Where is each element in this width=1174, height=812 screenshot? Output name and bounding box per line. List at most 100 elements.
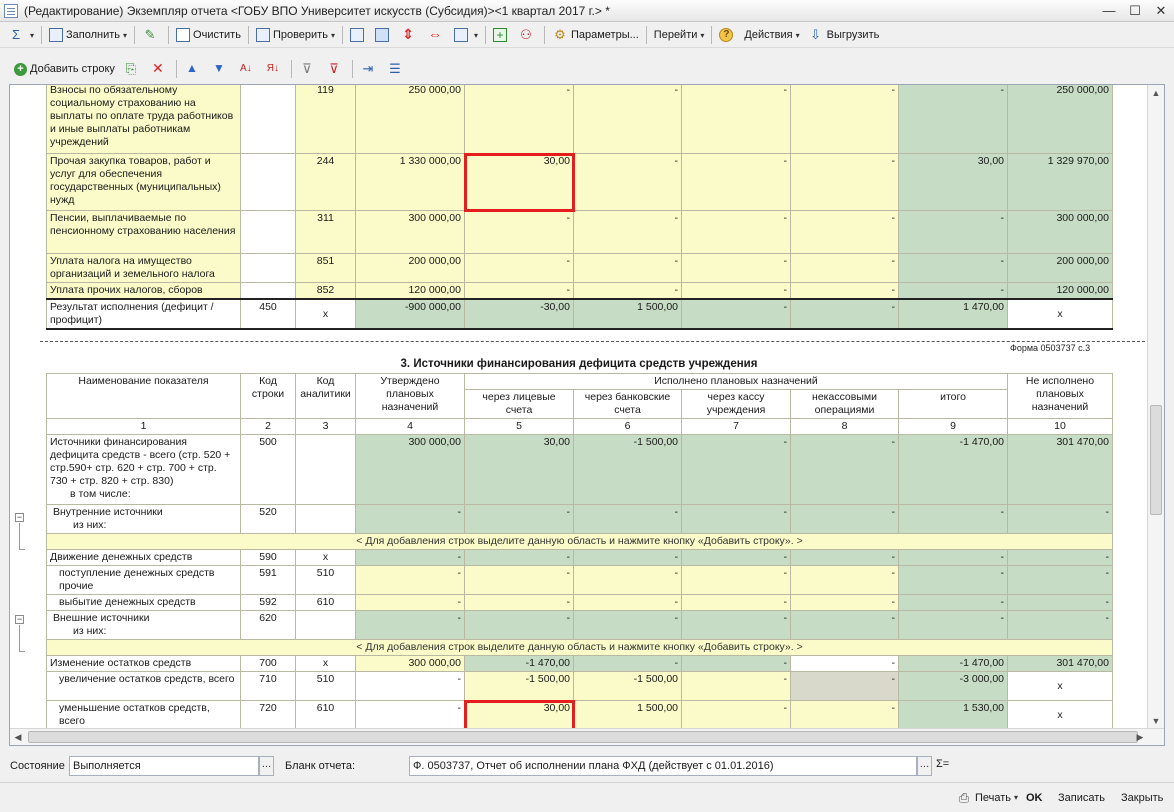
cash-cell[interactable]: - xyxy=(681,153,791,211)
cash-cell[interactable]: - xyxy=(681,504,791,534)
table-row[interactable]: Изменение остатков средств 700 x 300 000,00… xyxy=(46,655,1113,672)
approved-cell[interactable]: - xyxy=(355,671,465,701)
close-window-button[interactable]: ✕ xyxy=(1148,3,1174,19)
cash-cell[interactable]: - xyxy=(681,655,791,672)
accounts-cell[interactable]: - xyxy=(464,549,574,566)
approved-cell[interactable]: 300 000,00 xyxy=(355,210,465,254)
row-group-internal[interactable]: − xyxy=(15,513,25,550)
table-row[interactable]: Взносы по обязательному социальному стра… xyxy=(46,85,1113,154)
vertical-scrollbar[interactable]: ▲ ▼ xyxy=(1147,85,1164,729)
cash-cell[interactable]: - xyxy=(681,549,791,566)
blank-field[interactable]: Ф. 0503737, Отчет об исполнении плана ФХ… xyxy=(409,756,917,776)
report-sheet[interactable]: − − Взносы по обязательному социальному … xyxy=(9,84,1165,746)
filter-button[interactable]: ⊽ xyxy=(295,59,322,80)
noncash-cell[interactable]: - xyxy=(790,594,899,611)
delete-row-button[interactable]: ✕ xyxy=(146,59,173,80)
approved-cell[interactable]: 1 330 000,00 xyxy=(355,153,465,211)
cash-cell[interactable]: - xyxy=(681,210,791,254)
accounts-cell[interactable]: - xyxy=(464,565,574,595)
approved-cell[interactable]: - xyxy=(355,504,465,534)
collapse-group-icon[interactable]: − xyxy=(15,615,24,624)
accounts-cell[interactable]: - xyxy=(464,282,574,300)
cash-cell[interactable]: - xyxy=(681,85,791,154)
accounts-cell[interactable]: 30,00 xyxy=(464,434,574,505)
accounts-cell[interactable]: - xyxy=(464,504,574,534)
minimize-button[interactable]: — xyxy=(1096,3,1122,18)
expand-button[interactable]: ⇕ xyxy=(396,25,423,46)
list-settings-button[interactable]: ☰ xyxy=(383,59,410,80)
approved-cell[interactable]: - xyxy=(355,594,465,611)
noncash-cell[interactable]: - xyxy=(790,153,899,211)
print-button[interactable]: ⎙ Печать ▾ xyxy=(952,787,1022,808)
bank-cell[interactable]: - xyxy=(573,655,682,672)
params-button[interactable]: ⚙ Параметры... xyxy=(548,25,643,46)
bank-cell[interactable]: -1 500,00 xyxy=(573,671,682,701)
approved-cell[interactable]: - xyxy=(355,565,465,595)
accounts-cell[interactable]: -1 500,00 xyxy=(464,671,574,701)
approved-cell[interactable]: 300 000,00 xyxy=(355,655,465,672)
add-rows-hint-row[interactable]: < Для добавления строк выделите данную о… xyxy=(46,639,1113,656)
bank-cell[interactable]: - xyxy=(573,253,682,283)
noncash-cell[interactable]: - xyxy=(790,253,899,283)
table-row[interactable]: Пенсии, выплачиваемые по пенсионному стр… xyxy=(46,210,1113,254)
sort-asc-button[interactable]: A↓ xyxy=(234,59,261,80)
approved-cell[interactable]: - xyxy=(355,610,465,640)
table-row[interactable]: Внешние источники из них: 620- - - - - - - xyxy=(46,610,1113,640)
sort-desc-button[interactable]: Я↓ xyxy=(261,59,288,80)
sum-menu-button[interactable]: Σ ▾ xyxy=(4,25,38,46)
bank-cell[interactable]: - xyxy=(573,549,682,566)
add-rows-hint[interactable]: < Для добавления строк выделите данную о… xyxy=(46,639,1113,656)
result-row[interactable]: Результат исполнения (дефицит / профицит… xyxy=(46,298,1113,330)
accounts-cell[interactable]: 30,00 xyxy=(463,699,575,731)
clear-filter-button[interactable]: ⊽ xyxy=(322,59,349,80)
scroll-right-icon[interactable]: ▶ xyxy=(1132,729,1148,745)
help-button[interactable]: ? xyxy=(715,25,740,46)
accounts-cell[interactable]: - xyxy=(464,610,574,640)
add-row-button[interactable]: + Добавить строку xyxy=(10,59,119,80)
table-row[interactable]: выбытие денежных средств 592 610- - - - - - - xyxy=(46,594,1113,611)
row-group-external[interactable]: − xyxy=(15,615,25,652)
accounts-cell[interactable]: - xyxy=(464,253,574,283)
vertical-scroll-thumb[interactable] xyxy=(1150,405,1162,515)
noncash-cell[interactable]: - xyxy=(790,700,899,730)
bank-cell[interactable]: - xyxy=(573,153,682,211)
bank-cell[interactable]: - xyxy=(573,565,682,595)
approved-cell[interactable]: - xyxy=(355,549,465,566)
bank-cell[interactable]: - xyxy=(573,594,682,611)
table-row[interactable]: поступление денежных средств прочие 591 51… xyxy=(46,565,1113,595)
cash-cell[interactable]: - xyxy=(681,594,791,611)
maximize-button[interactable]: ☐ xyxy=(1122,3,1148,19)
scroll-down-icon[interactable]: ▼ xyxy=(1148,713,1164,729)
accounts-cell[interactable]: - xyxy=(464,210,574,254)
copy-row-button[interactable]: ⎘ xyxy=(119,59,146,80)
bank-cell[interactable]: - xyxy=(573,610,682,640)
bank-cell[interactable]: - xyxy=(573,282,682,300)
cash-cell[interactable]: - xyxy=(681,700,791,730)
accounts-cell[interactable]: - xyxy=(464,594,574,611)
clear-button[interactable]: Очистить xyxy=(172,25,245,46)
blank-select-button[interactable]: … xyxy=(917,756,932,776)
add-rows-hint-row[interactable]: < Для добавления строк выделите данную о… xyxy=(46,533,1113,550)
table-row[interactable]: Движение денежных средств 590 x - - - - - - - xyxy=(46,549,1113,566)
move-up-button[interactable]: ▲ xyxy=(180,59,207,80)
cash-cell[interactable]: - xyxy=(681,282,791,300)
approved-cell[interactable]: 200 000,00 xyxy=(355,253,465,283)
state-field[interactable]: Выполняется xyxy=(69,756,259,776)
noncash-cell[interactable]: - xyxy=(790,565,899,595)
noncash-cell[interactable]: - xyxy=(790,610,899,640)
table-row[interactable]: Источники финансирования дефицита средст… xyxy=(46,434,1113,505)
approved-cell[interactable]: 300 000,00 xyxy=(355,434,465,505)
approved-cell[interactable]: 250 000,00 xyxy=(355,85,465,154)
approved-cell[interactable]: - xyxy=(355,700,465,730)
sigma-indicator[interactable]: Σ= xyxy=(936,758,949,770)
edit-button[interactable]: ✎ xyxy=(138,25,165,46)
cash-cell[interactable]: - xyxy=(681,253,791,283)
check-button[interactable]: Проверить ▾ xyxy=(252,25,339,46)
horizontal-scroll-thumb[interactable] xyxy=(28,731,1138,743)
actions-button[interactable]: Действия ▾ xyxy=(740,25,803,46)
bank-cell[interactable]: 1 500,00 xyxy=(573,700,682,730)
collapse-group-icon[interactable]: − xyxy=(15,513,24,522)
table-row[interactable]: увеличение остатков средств, всего 710 510… xyxy=(46,671,1113,701)
export-button[interactable]: ⇩ Выгрузить xyxy=(804,25,884,46)
cash-cell[interactable]: - xyxy=(681,565,791,595)
